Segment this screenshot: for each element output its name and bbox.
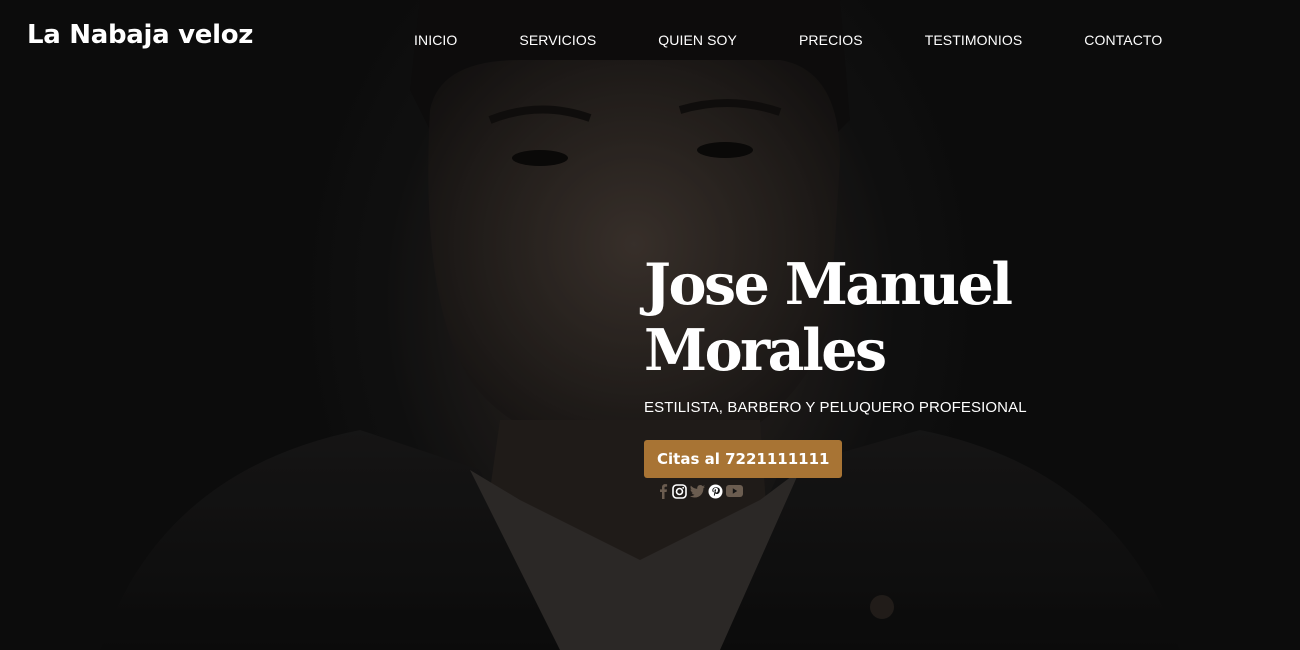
nav-link-quien-soy[interactable]: QUIEN SOY bbox=[658, 32, 737, 48]
nav-link-contacto[interactable]: CONTACTO bbox=[1084, 32, 1162, 48]
hero-content: Jose Manuel Morales ESTILISTA, BARBERO Y… bbox=[644, 252, 1204, 478]
youtube-icon[interactable] bbox=[726, 485, 743, 497]
instagram-icon[interactable] bbox=[672, 483, 687, 499]
pinterest-icon[interactable] bbox=[708, 484, 723, 499]
hero-subtitle: ESTILISTA, BARBERO Y PELUQUERO PROFESION… bbox=[644, 399, 1027, 416]
main-nav: INICIO SERVICIOS QUIEN SOY PRECIOS TESTI… bbox=[414, 32, 1224, 48]
facebook-icon[interactable] bbox=[657, 483, 669, 499]
twitter-icon[interactable] bbox=[690, 484, 705, 498]
social-links bbox=[657, 483, 746, 499]
nav-link-precios[interactable]: PRECIOS bbox=[799, 32, 863, 48]
nav-link-servicios[interactable]: SERVICIOS bbox=[519, 32, 596, 48]
appointment-button[interactable]: Citas al 7221111111 bbox=[644, 440, 843, 478]
hero-title: Jose Manuel Morales bbox=[644, 252, 1204, 384]
nav-link-inicio[interactable]: INICIO bbox=[414, 32, 457, 48]
hero-title-line-2: Morales bbox=[644, 317, 887, 384]
nav-link-testimonios[interactable]: TESTIMONIOS bbox=[925, 32, 1023, 48]
hero-title-line-1: Jose Manuel bbox=[644, 251, 1013, 318]
hero-section: La Nabaja veloz INICIO SERVICIOS QUIEN S… bbox=[0, 0, 1300, 650]
site-logo[interactable]: La Nabaja veloz bbox=[27, 20, 253, 50]
top-navigation-bar: La Nabaja veloz INICIO SERVICIOS QUIEN S… bbox=[0, 0, 1300, 82]
